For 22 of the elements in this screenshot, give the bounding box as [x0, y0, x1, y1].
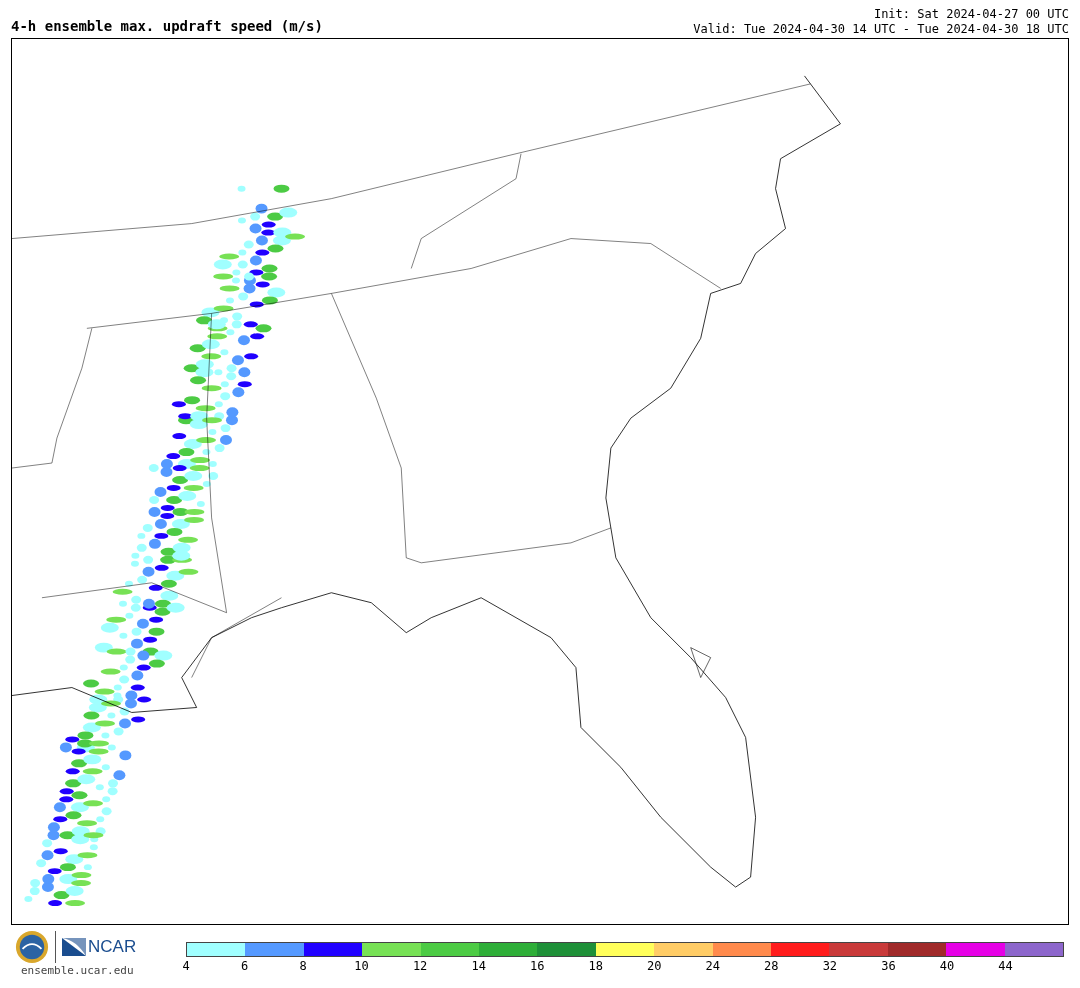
- scale-label: 8: [299, 959, 307, 973]
- scale-label: 40: [939, 959, 955, 973]
- scale-label: 6: [240, 959, 249, 973]
- site-url: ensemble.ucar.edu: [20, 964, 135, 977]
- scale-label: 12: [412, 959, 428, 973]
- scale-label: 44: [998, 959, 1013, 973]
- plot-title: 4-h ensemble max. updraft speed (m/s): [11, 18, 323, 36]
- scale-label: 36: [881, 959, 896, 973]
- scale-label: 4: [182, 959, 190, 973]
- wave-logo-icon: [62, 938, 86, 956]
- init-time: Init: Sat 2024-04-27 00 UTC: [873, 7, 1069, 22]
- scale-label: 28: [764, 959, 779, 973]
- scale-label: 16: [529, 959, 545, 973]
- scale-label: 32: [822, 959, 838, 973]
- valid-time: Valid: Tue 2024-04-30 14 UTC - Tue 2024-04-30 18 UTC: [693, 22, 1069, 37]
- scale-label: 14: [471, 959, 486, 973]
- logo-text: NCAR: [88, 937, 137, 957]
- scale-label: 20: [647, 959, 662, 973]
- scale-label: 24: [705, 959, 720, 973]
- globe-logo-icon: [15, 930, 49, 964]
- scale-label: 10: [354, 959, 369, 973]
- scale-label: 18: [588, 959, 603, 973]
